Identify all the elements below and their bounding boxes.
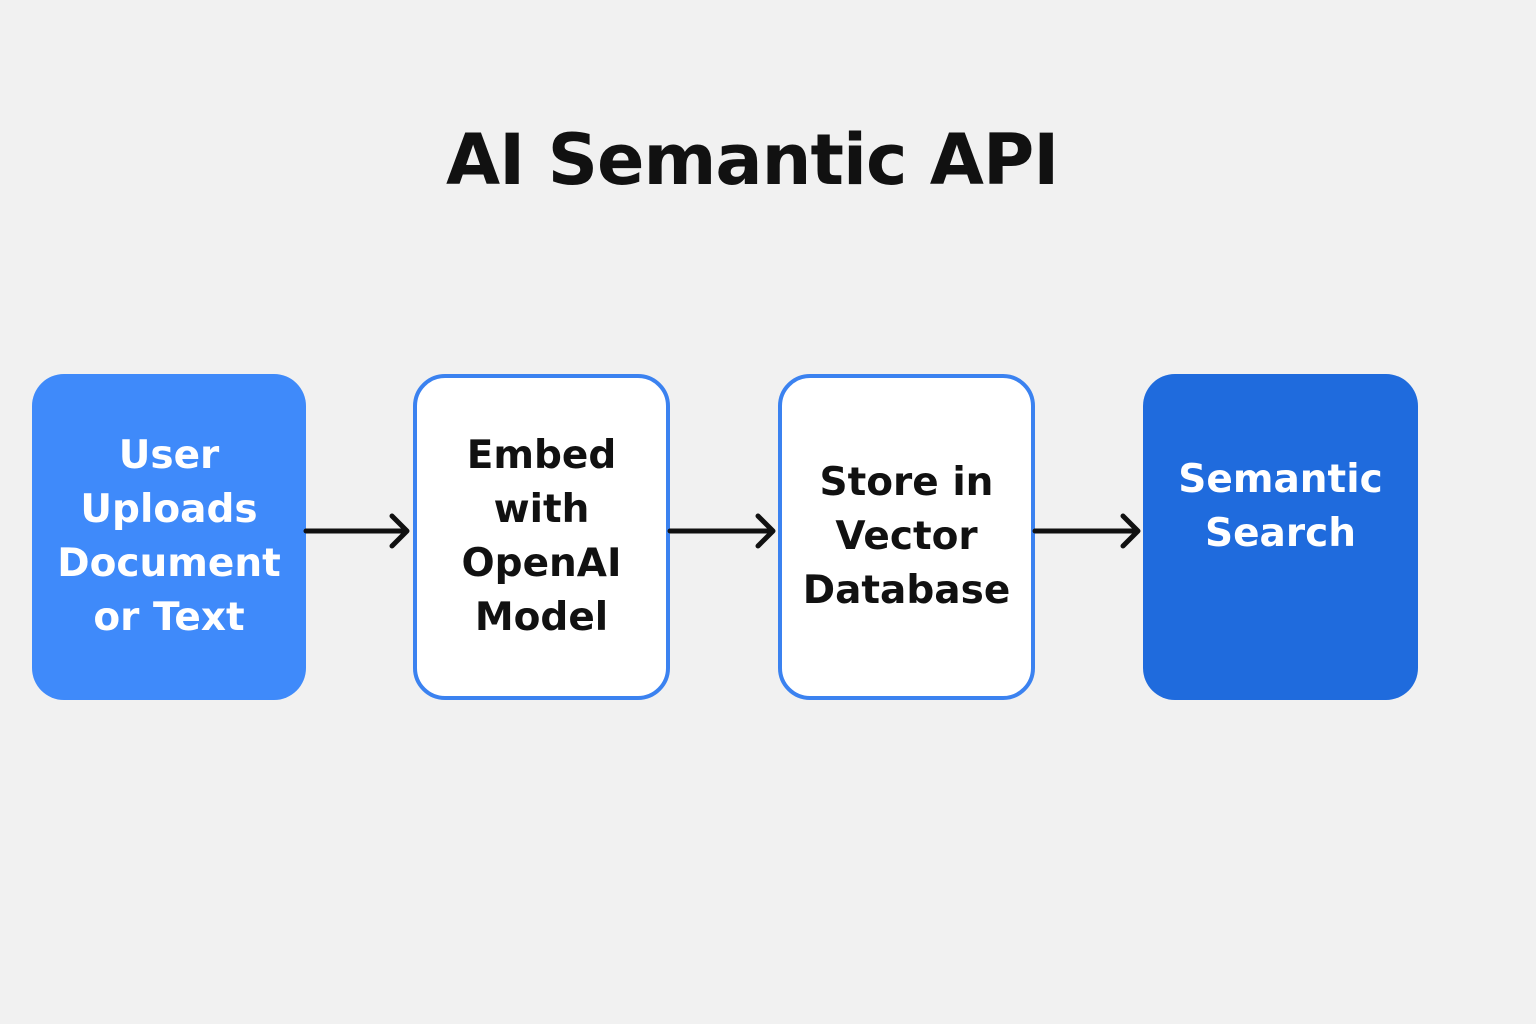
flow-arrows — [303, 513, 1141, 549]
arrow-1 — [303, 513, 410, 549]
arrow-2 — [667, 513, 776, 549]
arrow-3 — [1032, 513, 1141, 549]
